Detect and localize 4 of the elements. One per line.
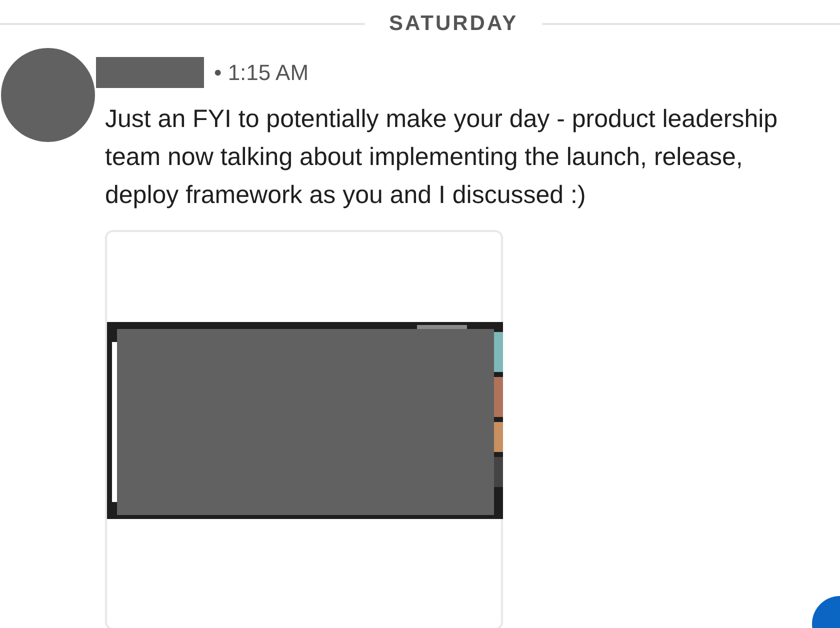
date-divider: SATURDAY	[389, 12, 518, 36]
message-text: Just an FYI to potentially make your day - product leadership team now talking about implementing the launch, release, deploy framework as you and I discussed :)	[105, 104, 779, 211]
message-time: • 1:15 AM	[214, 60, 309, 86]
attachment-card[interactable]	[105, 230, 503, 628]
